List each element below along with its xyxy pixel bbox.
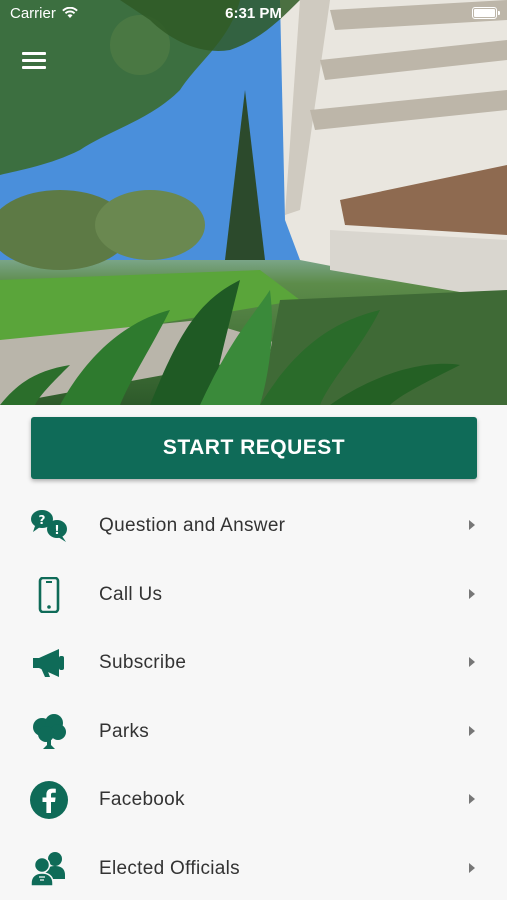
chevron-right-icon xyxy=(469,520,475,530)
question-chat-icon: ? ! xyxy=(27,506,71,546)
chevron-right-icon xyxy=(469,657,475,667)
chevron-right-icon xyxy=(469,794,475,804)
menu-item-label: Elected Officials xyxy=(99,857,240,879)
chevron-right-icon xyxy=(469,725,475,736)
phone-icon xyxy=(27,575,71,615)
menu-item-label: Facebook xyxy=(99,789,185,810)
menu-item-facebook[interactable]: Facebook xyxy=(0,766,507,835)
status-bar: Carrier 6:31 PM xyxy=(0,0,507,28)
battery-icon xyxy=(472,7,500,19)
chevron-right-icon xyxy=(469,588,475,599)
tree-icon xyxy=(27,712,71,752)
hamburger-menu-icon[interactable] xyxy=(22,50,48,70)
menu-item-elected-officials[interactable]: Elected Officials xyxy=(0,835,507,900)
megaphone-icon xyxy=(27,643,71,683)
menu-item-label: Parks xyxy=(99,720,150,742)
menu-item-label: Question and Answer xyxy=(99,515,286,536)
hero-photo-illustration xyxy=(0,0,507,405)
menu-item-parks[interactable]: Parks xyxy=(0,698,507,767)
menu-item-label: Subscribe xyxy=(99,652,187,673)
menu-item-label: Call Us xyxy=(99,583,163,605)
menu-item-call-us[interactable]: Call Us xyxy=(0,561,507,630)
menu-list: ? ! Question and Answer Call Us Subscrib… xyxy=(0,492,507,900)
status-time: 6:31 PM xyxy=(225,5,282,22)
menu-item-subscribe[interactable]: Subscribe xyxy=(0,629,507,698)
svg-text:!: ! xyxy=(54,523,59,537)
chevron-right-icon xyxy=(469,862,475,873)
hero-image xyxy=(0,0,507,405)
start-request-button[interactable]: START REQUEST xyxy=(31,417,477,479)
svg-text:?: ? xyxy=(39,513,46,527)
facebook-icon xyxy=(27,780,71,820)
menu-item-question-and-answer[interactable]: ? ! Question and Answer xyxy=(0,492,507,561)
people-icon xyxy=(27,849,71,889)
